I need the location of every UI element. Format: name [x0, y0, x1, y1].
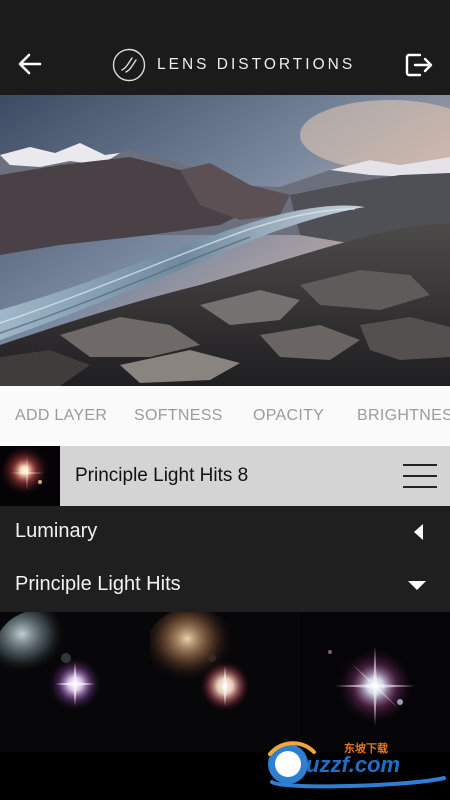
category-label: Principle Light Hits [15, 573, 181, 595]
tab-add-layer[interactable]: ADD LAYER [15, 407, 107, 425]
selected-layer-row[interactable]: Principle Light Hits 8 [0, 446, 450, 506]
category-label: Luminary [15, 520, 98, 542]
photo-preview[interactable] [0, 95, 450, 386]
tab-opacity[interactable]: OPACITY [253, 407, 324, 425]
tab-softness[interactable]: SOFTNESS [134, 407, 223, 425]
tab-brightness[interactable]: BRIGHTNESS [357, 407, 450, 425]
layer-name: Principle Light Hits 8 [75, 465, 249, 486]
triangle-down-icon [408, 581, 426, 590]
adjustment-tabs: ADD LAYER SOFTNESS OPACITY BRIGHTNESS [0, 386, 450, 446]
top-bar: LENS DISTORTIONS [0, 0, 450, 95]
brand: LENS DISTORTIONS [112, 47, 355, 83]
flare-thumbnail[interactable] [0, 612, 150, 752]
back-arrow-icon[interactable] [16, 50, 44, 78]
export-icon[interactable] [404, 51, 434, 79]
watermark-domain: uzzf.com [306, 752, 401, 777]
flare-thumbnail[interactable] [150, 612, 300, 752]
layer-thumbnail[interactable] [0, 446, 60, 506]
flare-thumbnail[interactable] [300, 612, 450, 752]
lens-distortions-logo-icon [112, 48, 146, 82]
site-watermark: 东坡下载 uzzf.com [262, 734, 448, 790]
category-principle-light-hits[interactable]: Principle Light Hits [0, 559, 450, 612]
hamburger-menu-icon[interactable] [403, 464, 437, 488]
app-title: LENS DISTORTIONS [157, 56, 356, 73]
triangle-left-icon [414, 524, 423, 540]
category-luminary[interactable]: Luminary [0, 506, 450, 559]
